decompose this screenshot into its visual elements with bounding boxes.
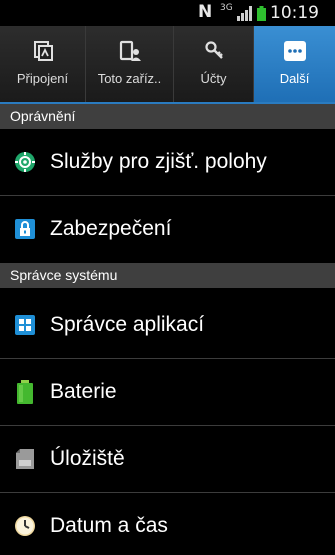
signal-strength-icon <box>237 6 252 21</box>
location-services-icon <box>14 151 36 173</box>
list-item-date-time[interactable]: Datum a čas <box>0 493 335 555</box>
tab-more-label: Další <box>279 71 310 86</box>
tab-accounts[interactable]: Účty <box>174 26 254 104</box>
section-title-permissions: Oprávnění <box>10 108 76 124</box>
nfc-indicator: N <box>198 2 213 22</box>
list-item-security[interactable]: Zabezpečení <box>0 196 335 262</box>
device-icon <box>117 38 143 64</box>
battery-status-icon <box>257 6 266 21</box>
section-title-system-manager: Správce systému <box>10 267 118 283</box>
location-services-label: Služby pro zjišť. polohy <box>50 150 267 173</box>
settings-screen: N 3G 10:19 Připojení Toto zaříz.. Účty D… <box>0 0 335 555</box>
accounts-key-icon <box>201 38 227 64</box>
list-item-storage[interactable]: Úložiště <box>0 426 335 492</box>
storage-label: Úložiště <box>50 447 125 470</box>
status-bar: N 3G 10:19 <box>0 0 335 26</box>
list-item-battery[interactable]: Baterie <box>0 359 335 425</box>
tab-connections-label: Připojení <box>16 71 69 86</box>
clock-icon <box>14 515 36 537</box>
security-lock-icon <box>14 218 36 240</box>
application-manager-label: Správce aplikací <box>50 313 205 336</box>
list-item-location-services[interactable]: Služby pro zjišť. polohy <box>0 129 335 195</box>
tab-more[interactable]: Další <box>254 26 335 104</box>
application-manager-icon <box>14 314 36 336</box>
more-dots-icon <box>282 38 308 64</box>
battery-icon <box>14 380 36 404</box>
battery-label: Baterie <box>50 380 117 403</box>
tab-this-device[interactable]: Toto zaříz.. <box>86 26 174 104</box>
security-label: Zabezpečení <box>50 217 172 240</box>
network-type-indicator: 3G <box>220 3 233 13</box>
status-time: 10:19 <box>270 3 319 23</box>
tab-this-device-label: Toto zaříz.. <box>97 71 162 86</box>
storage-icon <box>14 448 36 470</box>
tab-connections[interactable]: Připojení <box>0 26 86 104</box>
section-header-system-manager: Správce systému <box>0 263 335 288</box>
section-header-permissions: Oprávnění <box>0 104 335 129</box>
tab-accounts-label: Účty <box>200 71 227 86</box>
date-time-label: Datum a čas <box>50 514 168 537</box>
network-type-label: 3G <box>220 3 233 13</box>
settings-tab-bar: Připojení Toto zaříz.. Účty Další <box>0 26 335 104</box>
connections-icon <box>30 38 56 64</box>
list-item-application-manager[interactable]: Správce aplikací <box>0 292 335 358</box>
